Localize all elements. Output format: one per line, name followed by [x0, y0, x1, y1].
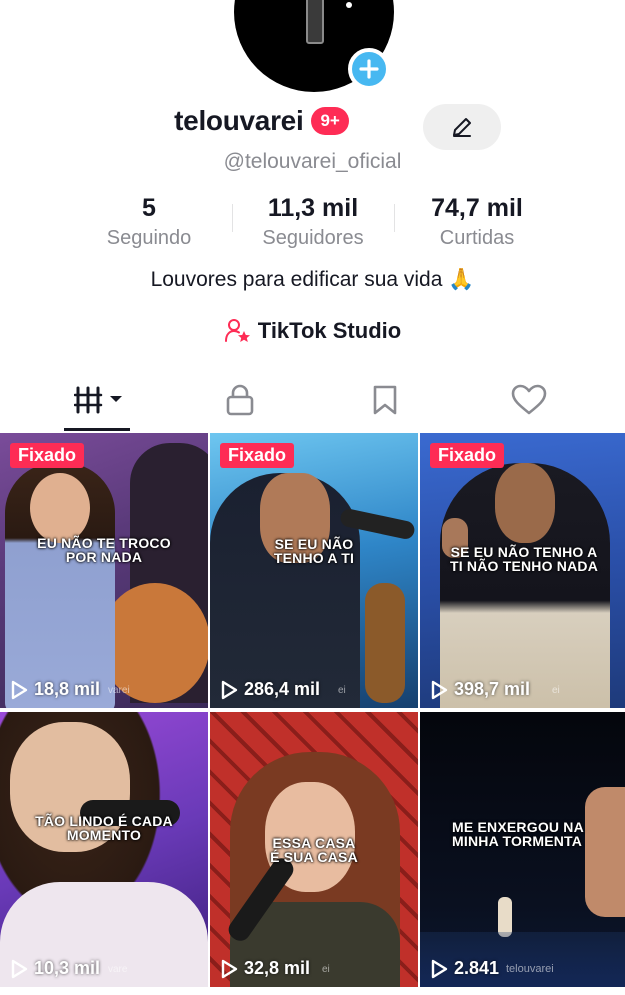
avatar-logo-shape — [306, 0, 324, 44]
play-icon — [221, 959, 238, 978]
tab-private[interactable] — [180, 372, 300, 428]
video-caption: ESSA CASA É SUA CASA — [210, 836, 418, 864]
grid-dropdown-icon — [74, 386, 122, 414]
view-count: 18,8 mil — [10, 679, 100, 700]
user-handle: @telouvarei_oficial — [223, 150, 402, 173]
watermark: ei — [322, 964, 330, 975]
pinned-badge: Fixado — [430, 443, 505, 468]
profile-tabs — [0, 372, 625, 432]
video-tile[interactable]: ESSA CASA É SUA CASA 32,8 mil ei — [210, 712, 418, 987]
play-icon — [221, 680, 238, 699]
view-count: 2.841 — [430, 958, 499, 979]
stat-value: 74,7 mil — [431, 194, 523, 222]
tiktok-studio-label: TikTok Studio — [257, 318, 402, 343]
view-count-value: 2.841 — [454, 958, 500, 978]
caption-line: SE EU NÃO TENHO A — [450, 544, 598, 560]
watermark: vare — [108, 964, 128, 975]
tab-liked[interactable] — [469, 372, 589, 428]
watermark: telouvarei — [506, 963, 554, 975]
video-caption: SE EU NÃO TENHO A TI NÃO TENHO NADA — [420, 545, 625, 573]
stat-label: Seguindo — [106, 227, 192, 249]
add-avatar-button[interactable] — [348, 48, 390, 90]
video-tile[interactable]: ME ENXERGOU NA MINHA TORMENTA 2.841 telo… — [420, 712, 625, 987]
stat-followers[interactable]: 11,3 mil Seguidores — [228, 194, 398, 250]
view-count: 32,8 mil — [220, 958, 310, 979]
username-row: telouvarei 9+ — [0, 105, 625, 137]
caption-line: TENHO A TI — [273, 550, 355, 566]
video-tile[interactable]: Fixado SE EU NÃO TENHO A TI NÃO TENHO NA… — [420, 433, 625, 708]
view-count-value: 32,8 mil — [244, 958, 311, 978]
video-tile[interactable]: Fixado SE EU NÃO TENHO A TI 286,4 mil ei — [210, 433, 418, 708]
notification-badge[interactable]: 9+ — [311, 107, 349, 135]
caption-line: EU NÃO TE TROCO — [37, 535, 171, 551]
caption-line: É SUA CASA — [270, 849, 358, 865]
active-tab-indicator — [64, 428, 130, 431]
view-count: 398,7 mil — [430, 679, 530, 700]
video-caption: SE EU NÃO TENHO A TI — [210, 537, 418, 565]
stat-value: 11,3 mil — [267, 194, 359, 222]
video-caption: EU NÃO TE TROCO POR NADA — [0, 536, 208, 564]
view-count-value: 286,4 mil — [244, 679, 321, 699]
tab-saved[interactable] — [325, 372, 445, 428]
video-tile[interactable]: TÃO LINDO É CADA MOMENTO 10,3 mil vare — [0, 712, 208, 987]
profile-avatar-container — [234, 0, 394, 92]
caption-line: MINHA TORMENTA — [452, 833, 583, 849]
pinned-badge: Fixado — [220, 443, 295, 468]
watermark: ei — [552, 685, 560, 696]
thumbnail-face — [495, 463, 555, 543]
person-star-icon — [224, 319, 250, 342]
thumbnail-singer — [585, 787, 625, 917]
view-count: 286,4 mil — [220, 679, 320, 700]
stat-value: 5 — [142, 194, 156, 222]
lock-icon — [226, 384, 254, 416]
caption-line: ME ENXERGOU NA — [452, 819, 584, 835]
heart-icon — [511, 384, 547, 415]
video-tile[interactable]: Fixado EU NÃO TE TROCO POR NADA 18,8 mil… — [0, 433, 208, 708]
profile-bio: Louvores para edificar sua vida 🙏 — [150, 268, 475, 291]
username: telouvarei — [174, 105, 304, 136]
plus-icon — [359, 59, 379, 79]
video-caption: TÃO LINDO É CADA MOMENTO — [0, 814, 208, 842]
view-count-value: 398,7 mil — [454, 679, 531, 699]
pinned-badge: Fixado — [10, 443, 85, 468]
caption-line: POR NADA — [65, 549, 143, 565]
pencil-icon — [453, 118, 471, 137]
play-icon — [431, 680, 448, 699]
thumbnail-stage-figure — [498, 897, 512, 937]
caption-line: SE EU NÃO — [274, 536, 354, 552]
stat-likes[interactable]: 74,7 mil Curtidas — [392, 194, 562, 250]
caption-line: MOMENTO — [66, 827, 142, 843]
stat-label: Curtidas — [439, 227, 515, 249]
play-icon — [11, 680, 28, 699]
video-caption: ME ENXERGOU NA MINHA TORMENTA — [452, 820, 622, 848]
thumbnail-guitar — [365, 583, 405, 703]
view-count-value: 18,8 mil — [34, 679, 101, 699]
watermark: varei — [108, 685, 130, 696]
stat-label: Seguidores — [262, 227, 364, 249]
thumbnail-face — [30, 473, 90, 543]
play-icon — [431, 959, 448, 978]
tab-videos[interactable] — [40, 372, 160, 428]
caption-line: ESSA CASA — [272, 835, 356, 851]
view-count: 10,3 mil — [10, 958, 100, 979]
tiktok-studio-button[interactable]: TikTok Studio — [0, 318, 625, 344]
watermark: ei — [338, 685, 346, 696]
view-count-value: 10,3 mil — [34, 958, 101, 978]
avatar-dot — [346, 2, 352, 8]
caption-line: TÃO LINDO É CADA — [35, 813, 173, 829]
stat-following[interactable]: 5 Seguindo — [64, 194, 234, 250]
bookmark-icon — [373, 385, 397, 415]
caption-line: TI NÃO TENHO NADA — [449, 558, 599, 574]
play-icon — [11, 959, 28, 978]
edit-profile-button[interactable] — [423, 104, 501, 150]
